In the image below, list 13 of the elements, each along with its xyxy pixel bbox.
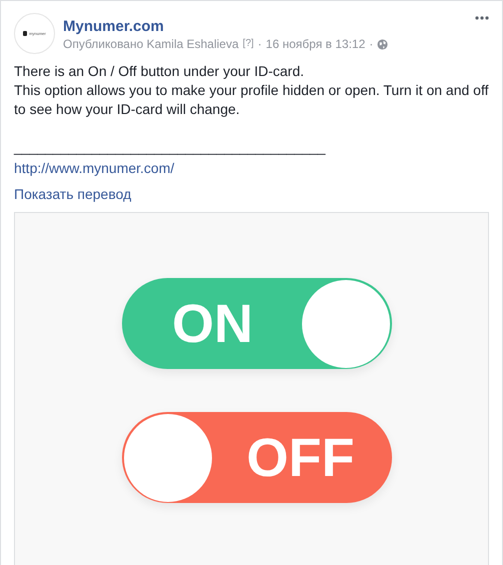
published-by-text: Опубликовано Kamila Eshalieva <box>63 36 239 52</box>
separator-dot: · <box>258 36 262 52</box>
toggle-label: OFF <box>246 430 356 484</box>
toggle-label: ON <box>171 296 254 350</box>
post-text-paragraph: This option allows you to make your profile hidden or open. Turn it on and off to see how your ID-card will change. <box>14 81 489 119</box>
globe-icon <box>377 38 388 50</box>
website-link[interactable]: http://www.mynumer.com/ <box>14 159 174 178</box>
logo-icon <box>23 31 28 36</box>
post-text-line: There is an On / Off button under your ID-card. <box>14 62 305 81</box>
underline-divider-text: ________________________________________ <box>14 138 326 157</box>
show-translation-link[interactable]: Показать перевод <box>14 185 489 204</box>
page-name-link[interactable]: Mynumer.com <box>63 17 467 36</box>
separator-dot: · <box>369 36 374 52</box>
